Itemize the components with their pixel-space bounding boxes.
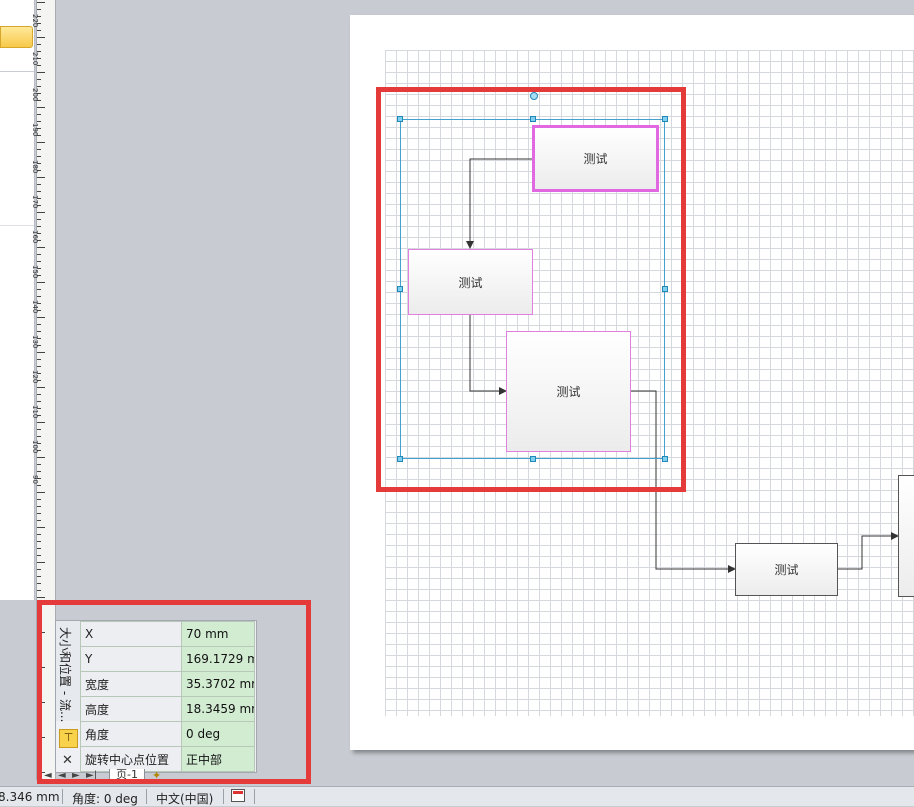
shape-text: 测试	[774, 563, 799, 577]
status-size: 8.346 mm	[0, 790, 60, 804]
status-language[interactable]: 中文(中国)	[156, 790, 213, 807]
status-divider	[254, 789, 255, 804]
highlight-frame	[376, 87, 686, 492]
status-divider	[223, 789, 224, 804]
status-bar: 8.346 mm 角度: 0 deg 中文(中国)	[0, 786, 914, 806]
status-angle: 角度: 0 deg	[72, 792, 138, 806]
connector-line[interactable]	[838, 532, 899, 570]
flow-shape-partial[interactable]	[898, 475, 914, 597]
status-divider	[146, 789, 147, 804]
highlight-frame	[37, 600, 311, 784]
macro-record-icon[interactable]	[231, 789, 245, 802]
flow-shape[interactable]: 测试	[735, 543, 838, 596]
status-divider	[62, 789, 63, 804]
